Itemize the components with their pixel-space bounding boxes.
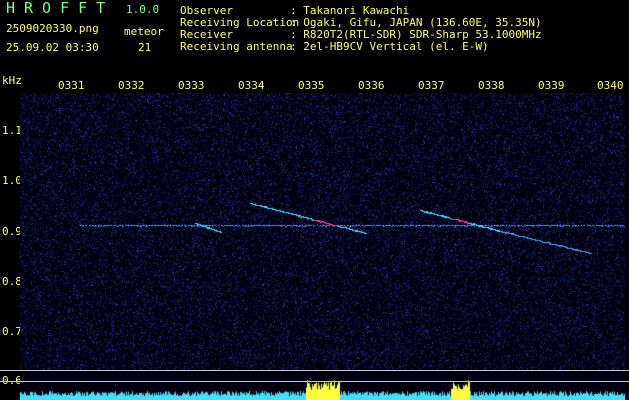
y-tick-1.1: 1.1 — [2, 124, 22, 137]
x-tick-0337: 0337 — [418, 79, 445, 92]
reference-line-lower — [0, 381, 629, 382]
info-value-antenna: : 2el-HB9CV Vertical (el. E-W) — [290, 40, 489, 53]
app-version: 1.0.0 — [126, 3, 160, 16]
x-tick-0338: 0338 — [478, 79, 505, 92]
x-tick-0331: 0331 — [58, 79, 85, 92]
x-tick-0334: 0334 — [238, 79, 265, 92]
x-tick-0335: 0335 — [298, 79, 325, 92]
y-tick-0.9: 0.9 — [2, 225, 22, 238]
meteor-count: 21 — [138, 41, 152, 54]
info-value-receiver: : R820T2(RTL-SDR) SDR-Sharp 53.1000MHz — [290, 28, 542, 41]
x-tick-0336: 0336 — [358, 79, 385, 92]
date-time: 25.09.02 03:30 — [6, 41, 99, 54]
info-key-observer: Observer — [180, 4, 233, 17]
info-key-receiver: Receiver — [180, 28, 233, 41]
info-value-observer: : Takanori Kawachi — [290, 4, 410, 17]
y-tick-0.7: 0.7 — [2, 325, 22, 338]
x-tick-0339: 0339 — [538, 79, 565, 92]
meteor-label: meteor — [124, 25, 164, 38]
file-name: 2509020330.png — [6, 22, 99, 35]
reference-line-upper — [0, 370, 629, 371]
info-value-location: : Ogaki, Gifu, JAPAN (136.60E, 35.35N) — [290, 16, 542, 29]
y-tick-1.0: 1.0 — [2, 174, 22, 187]
x-tick-0333: 0333 — [178, 79, 205, 92]
hrofft-window: { "app": { "title": "HROFFT", "version":… — [0, 0, 629, 400]
x-tick-0332: 0332 — [118, 79, 145, 92]
spectrogram — [20, 93, 625, 400]
info-key-antenna: Receiving antenna — [180, 40, 293, 53]
y-axis-unit: kHz — [2, 74, 22, 87]
x-tick-0340: 0340 — [597, 79, 624, 92]
app-title: HROFFT — [6, 0, 115, 17]
info-key-location: Receiving Location — [180, 16, 300, 29]
y-tick-0.8: 0.8 — [2, 275, 22, 288]
